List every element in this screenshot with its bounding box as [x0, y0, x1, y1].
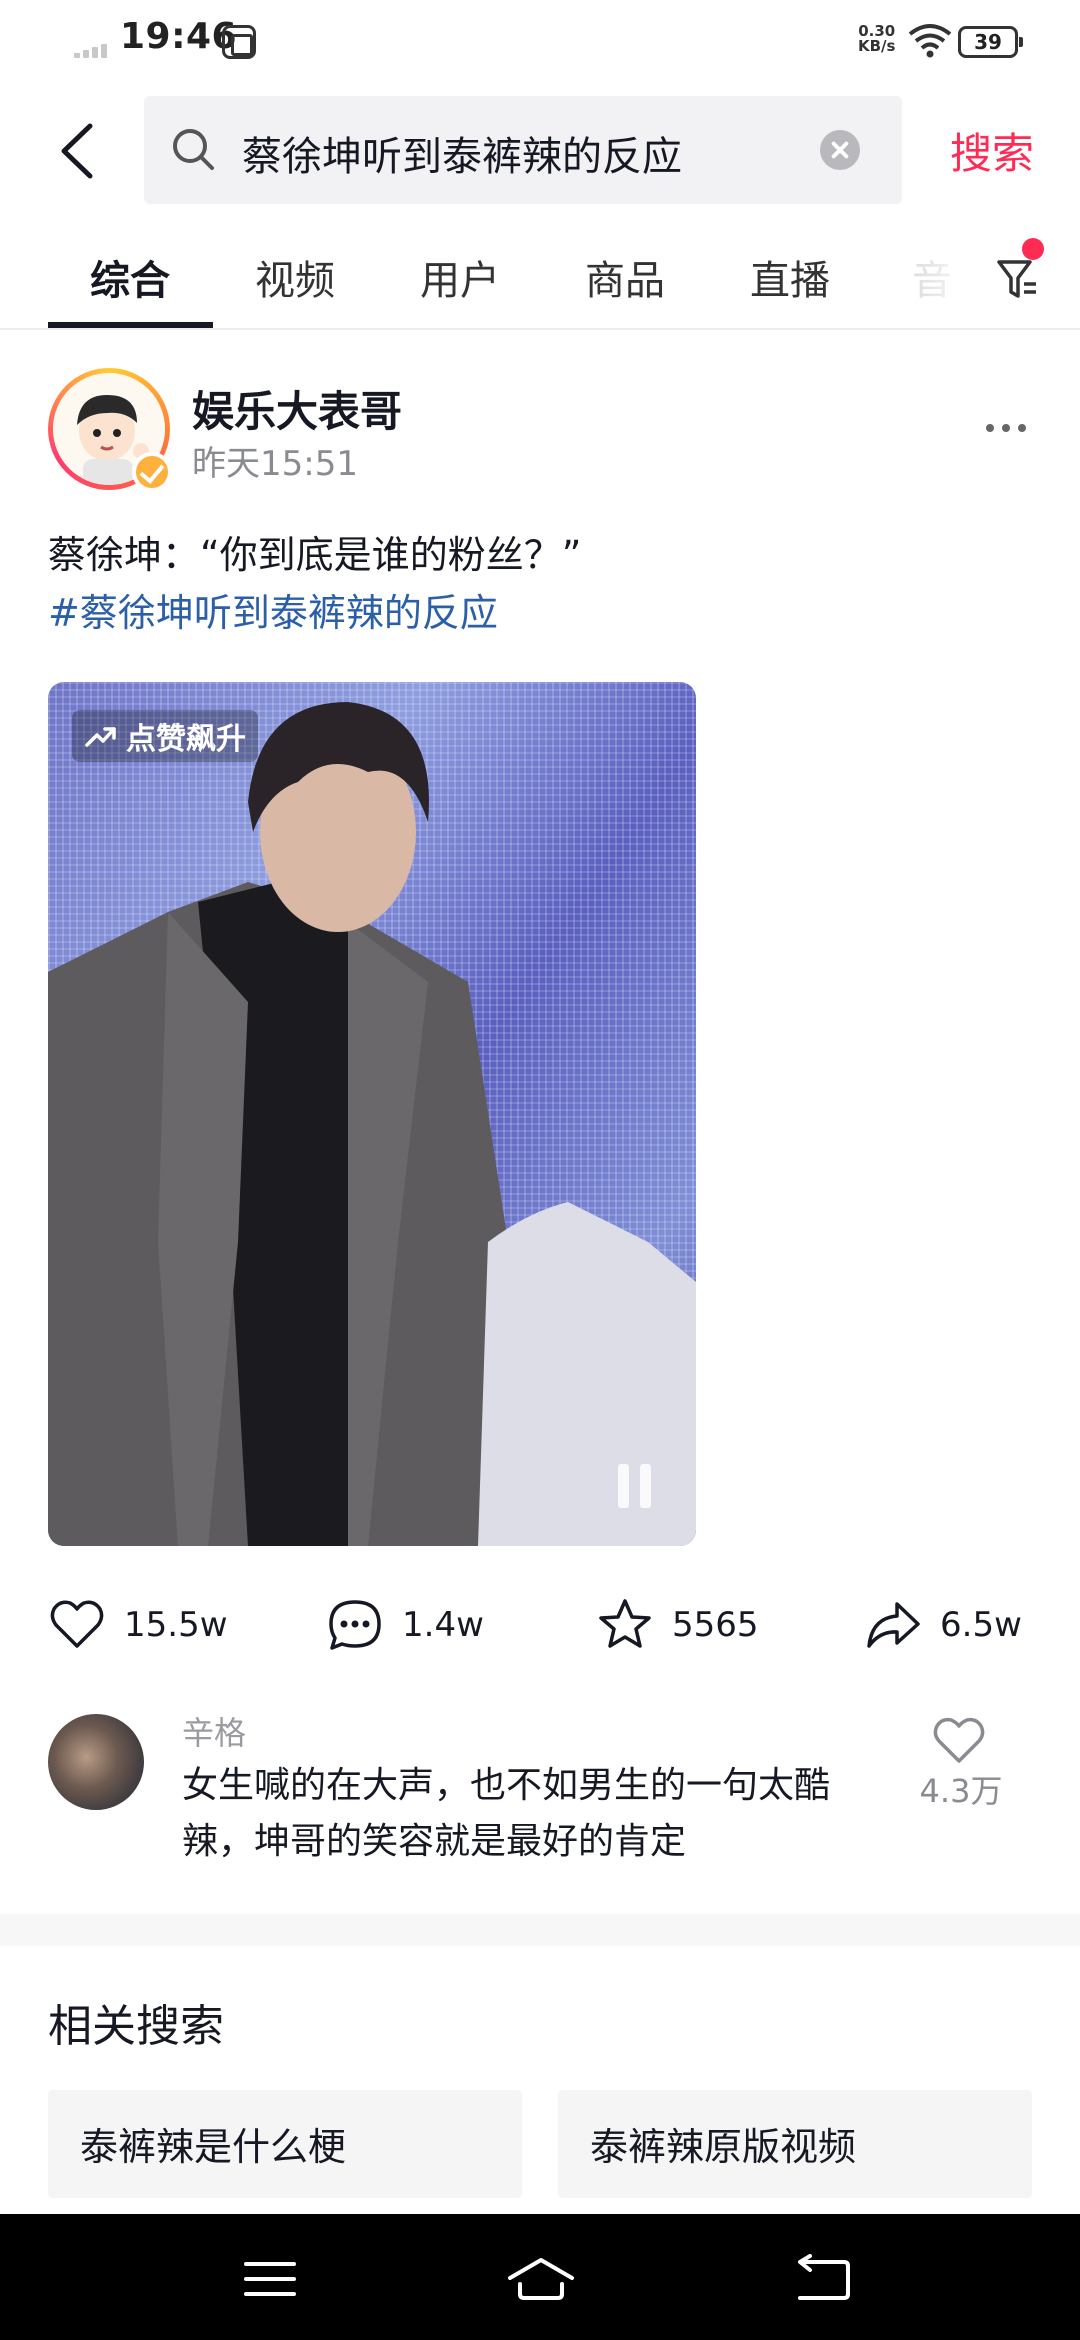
trending-badge: 点赞飙升	[72, 710, 258, 762]
share-button[interactable]: 6.5w	[864, 1590, 1022, 1660]
system-nav-bar	[0, 2214, 1080, 2340]
comment-count: 1.4w	[402, 1605, 484, 1645]
share-icon	[867, 1602, 920, 1648]
search-input[interactable]: 蔡徐坤听到泰裤辣的反应	[144, 96, 902, 204]
post-time: 昨天15:51	[192, 444, 358, 484]
wifi-icon	[908, 24, 952, 58]
commenter-name[interactable]: 辛格	[182, 1708, 246, 1754]
share-count: 6.5w	[940, 1605, 1022, 1645]
commenter-avatar[interactable]	[48, 1714, 144, 1810]
status-time: 19:46	[120, 16, 238, 57]
result-tabs: 综合 视频 用户 商品 直播 音	[0, 236, 1080, 330]
comment-like-icon[interactable]	[930, 1714, 988, 1766]
status-bar: 19:46 0.30 KB/s 39	[0, 0, 1080, 84]
pause-icon[interactable]	[618, 1464, 654, 1508]
hashtag-link[interactable]: #蔡徐坤听到泰裤辣的反应	[48, 584, 581, 642]
search-button[interactable]: 搜索	[950, 120, 1034, 181]
verified-badge-icon	[132, 452, 172, 492]
tab-users[interactable]: 用户	[420, 248, 500, 306]
related-search-item[interactable]: 泰裤辣是什么梗	[48, 2090, 522, 2198]
active-tab-indicator	[48, 322, 213, 328]
post-caption: 蔡徐坤：“你到底是谁的粉丝？” #蔡徐坤听到泰裤辣的反应	[48, 526, 581, 642]
section-divider	[0, 1914, 1080, 1946]
menu-icon[interactable]	[238, 2254, 302, 2304]
tab-live[interactable]: 直播	[750, 248, 830, 306]
tab-videos[interactable]: 视频	[255, 248, 335, 306]
favorite-count: 5565	[672, 1605, 759, 1645]
app-notification-icon	[222, 25, 256, 59]
heart-icon	[50, 1600, 104, 1648]
tab-fade	[880, 236, 980, 326]
favorite-button[interactable]: 5565	[596, 1590, 759, 1660]
comment-text: 女生喊的在大声，也不如男生的一句太酷辣，坤哥的笑容就是最好的肯定	[182, 1765, 831, 1862]
network-speed: 0.30 KB/s	[858, 24, 895, 54]
tab-all[interactable]: 综合	[90, 248, 170, 306]
more-options-icon[interactable]	[986, 412, 1030, 442]
clear-search-icon[interactable]	[820, 130, 860, 170]
signal-icon	[74, 40, 114, 58]
tab-products[interactable]: 商品	[585, 248, 665, 306]
search-query: 蔡徐坤听到泰裤辣的反应	[242, 134, 682, 180]
related-search-item[interactable]: 泰裤辣原版视频	[558, 2090, 1032, 2198]
search-icon	[173, 129, 214, 170]
battery-level: 39	[974, 30, 1002, 54]
like-count: 15.5w	[124, 1605, 228, 1645]
network-speed-unit: KB/s	[858, 37, 896, 55]
battery-icon: 39	[958, 26, 1023, 58]
video-player[interactable]: 点赞飙升	[48, 682, 696, 1546]
filter-icon[interactable]	[996, 254, 1040, 304]
star-icon	[599, 1599, 651, 1648]
video-frame	[48, 702, 696, 1546]
back-button[interactable]	[50, 118, 110, 184]
filter-notification-dot	[1022, 238, 1044, 260]
trending-up-icon	[85, 727, 116, 747]
comment-button[interactable]: 1.4w	[326, 1590, 484, 1660]
back-nav-icon[interactable]	[790, 2254, 854, 2304]
trending-badge-label: 点赞飙升	[126, 722, 246, 757]
related-search-label: 泰裤辣是什么梗	[80, 2125, 347, 2169]
home-icon[interactable]	[506, 2254, 576, 2304]
like-button[interactable]: 15.5w	[48, 1590, 228, 1660]
author-name[interactable]: 娱乐大表哥	[192, 378, 402, 439]
related-search-title: 相关搜索	[48, 2001, 224, 2052]
related-search-label: 泰裤辣原版视频	[590, 2125, 857, 2169]
caption-text: 蔡徐坤：“你到底是谁的粉丝？”	[48, 533, 582, 577]
comment-like-count: 4.3万	[919, 1772, 1003, 1810]
comment-icon	[329, 1600, 381, 1650]
